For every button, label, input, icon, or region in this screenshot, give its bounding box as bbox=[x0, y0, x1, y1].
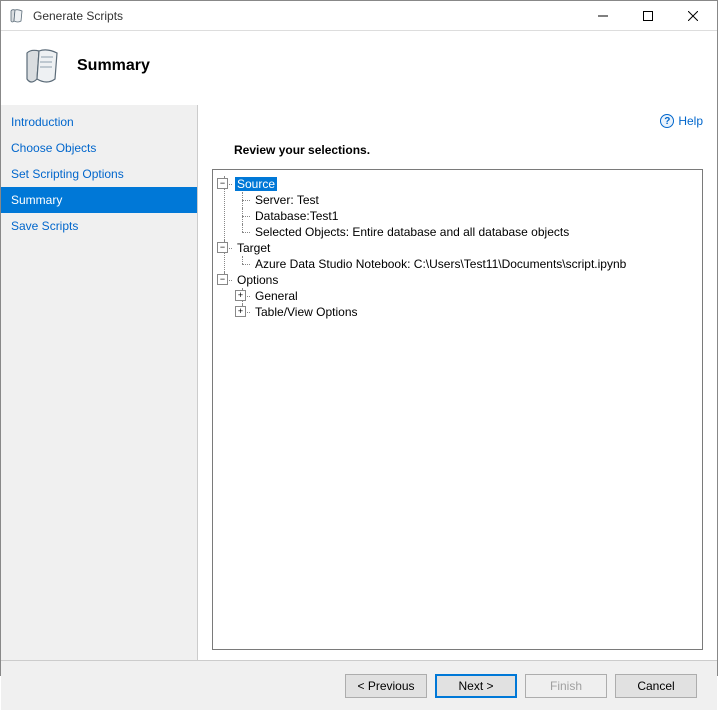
maximize-button[interactable] bbox=[625, 1, 670, 30]
wizard-footer: < Previous Next > Finish Cancel bbox=[1, 660, 717, 710]
next-button[interactable]: Next > bbox=[435, 674, 517, 698]
collapse-icon[interactable]: − bbox=[217, 242, 228, 253]
previous-button[interactable]: < Previous bbox=[345, 674, 427, 698]
tree-label-target[interactable]: Target bbox=[235, 241, 272, 255]
collapse-icon[interactable]: − bbox=[217, 274, 228, 285]
minimize-button[interactable] bbox=[580, 1, 625, 30]
instruction-text: Review your selections. bbox=[234, 143, 703, 157]
sidebar-item-save-scripts[interactable]: Save Scripts bbox=[1, 213, 197, 239]
tree-node-table-view-options[interactable]: + Table/View Options bbox=[235, 304, 698, 320]
expand-icon[interactable]: + bbox=[235, 290, 246, 301]
tree-label-options[interactable]: Options bbox=[235, 273, 280, 287]
page-header: Summary bbox=[1, 31, 717, 105]
summary-tree-panel: − Source Server: Test Database:Test1 Sel… bbox=[212, 169, 703, 650]
tree-label-source[interactable]: Source bbox=[235, 177, 277, 191]
summary-tree: − Source Server: Test Database:Test1 Sel… bbox=[217, 176, 698, 320]
page-title: Summary bbox=[77, 57, 150, 75]
tree-node-server[interactable]: Server: Test bbox=[235, 192, 698, 208]
wizard-sidebar: Introduction Choose Objects Set Scriptin… bbox=[1, 105, 198, 660]
sidebar-item-set-scripting-options[interactable]: Set Scripting Options bbox=[1, 161, 197, 187]
help-label: Help bbox=[678, 114, 703, 128]
tree-node-selected-objects[interactable]: Selected Objects: Entire database and al… bbox=[235, 224, 698, 240]
sidebar-item-choose-objects[interactable]: Choose Objects bbox=[1, 135, 197, 161]
finish-button: Finish bbox=[525, 674, 607, 698]
sidebar-item-introduction[interactable]: Introduction bbox=[1, 109, 197, 135]
tree-node-database[interactable]: Database:Test1 bbox=[235, 208, 698, 224]
sidebar-item-summary[interactable]: Summary bbox=[1, 187, 197, 213]
tree-node-target[interactable]: − Target Azure Data Studio Notebook: C:\… bbox=[217, 240, 698, 272]
help-link[interactable]: ? Help bbox=[660, 114, 703, 128]
expand-icon[interactable]: + bbox=[235, 306, 246, 317]
script-icon bbox=[21, 45, 63, 87]
collapse-icon[interactable]: − bbox=[217, 178, 228, 189]
tree-node-options[interactable]: − Options + General + Table/View Options bbox=[217, 272, 698, 320]
titlebar: Generate Scripts bbox=[1, 1, 717, 31]
tree-node-source[interactable]: − Source Server: Test Database:Test1 Sel… bbox=[217, 176, 698, 240]
tree-node-notebook-path[interactable]: Azure Data Studio Notebook: C:\Users\Tes… bbox=[235, 256, 698, 272]
app-icon bbox=[9, 8, 25, 24]
help-icon: ? bbox=[660, 114, 674, 128]
close-button[interactable] bbox=[670, 1, 715, 30]
tree-node-general[interactable]: + General bbox=[235, 288, 698, 304]
cancel-button[interactable]: Cancel bbox=[615, 674, 697, 698]
window-title: Generate Scripts bbox=[33, 9, 580, 23]
